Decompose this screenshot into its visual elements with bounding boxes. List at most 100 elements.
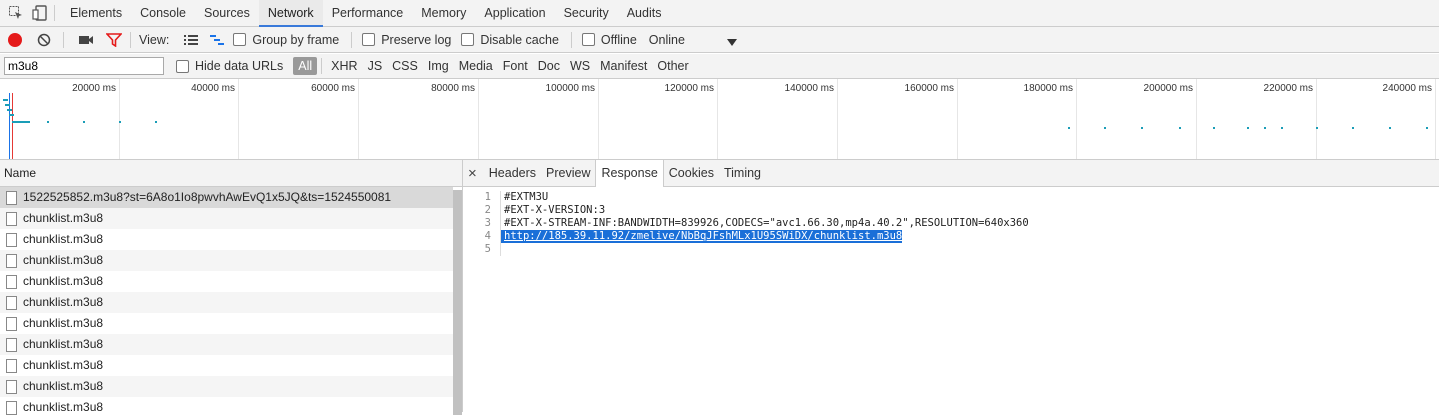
filter-bar: Hide data URLs All XHRJSCSSImgMediaFontDo… [0, 54, 1439, 79]
stream-url-link[interactable]: http://185.39.11.92/zmelive/NbBqJFshMLx1… [501, 230, 903, 243]
request-row[interactable]: chunklist.m3u8 [0, 355, 453, 376]
request-row[interactable]: chunklist.m3u8 [0, 397, 453, 418]
code-line: 3 #EXT-X-STREAM-INF:BANDWIDTH=839926,CODE… [463, 217, 1439, 230]
timeline-gridline [478, 79, 479, 159]
filter-type-xhr[interactable]: XHR [326, 57, 362, 75]
divider [63, 31, 64, 48]
file-icon [6, 190, 17, 205]
file-icon [6, 337, 17, 352]
request-row[interactable]: chunklist.m3u8 [0, 250, 453, 271]
clear-icon[interactable] [37, 33, 51, 47]
request-row[interactable]: chunklist.m3u8 [0, 292, 453, 313]
record-icon[interactable] [8, 32, 22, 47]
filter-input[interactable] [4, 57, 164, 75]
group-by-frame-checkbox[interactable] [233, 33, 247, 46]
timeline-dot [1316, 127, 1318, 129]
request-list-scrollbar[interactable] [453, 190, 462, 415]
tab-sources[interactable]: Sources [195, 0, 259, 27]
timeline-tick-label: 40000 ms [191, 83, 235, 94]
request-name: chunklist.m3u8 [23, 295, 104, 309]
tab-application[interactable]: Application [475, 0, 554, 27]
divider [351, 31, 353, 48]
tab-console[interactable]: Console [131, 0, 195, 27]
timeline-dot [1179, 127, 1181, 129]
timeline-gridline [598, 79, 599, 159]
tab-performance[interactable]: Performance [323, 0, 413, 27]
screenshot-camera-icon[interactable] [78, 33, 94, 47]
divider [321, 58, 323, 74]
filter-type-ws[interactable]: WS [565, 57, 595, 75]
request-row[interactable]: chunklist.m3u8 [0, 313, 453, 334]
request-row[interactable]: chunklist.m3u8 [0, 334, 453, 355]
tab-network[interactable]: Network [258, 0, 323, 27]
response-body[interactable]: 1 #EXTM3U 2 #EXT-X-VERSION:3 3 #EXT-X-STREAM-… [463, 191, 1439, 256]
request-row[interactable]: chunklist.m3u8 [0, 376, 453, 397]
devtools-tabbar: Elements Console Sources Network Performance… [0, 0, 1439, 27]
code-line: 2 #EXT-X-VERSION:3 [463, 204, 1439, 217]
request-name: chunklist.m3u8 [23, 232, 104, 246]
timeline-tick-label: 140000 ms [784, 83, 834, 94]
detail-tab-preview[interactable]: Preview [541, 160, 595, 186]
hide-data-urls-checkbox[interactable] [176, 59, 189, 73]
detail-tab-timing[interactable]: Timing [719, 160, 766, 186]
file-icon [6, 211, 17, 226]
offline-checkbox[interactable] [581, 33, 595, 46]
filter-type-img[interactable]: Img [423, 57, 454, 75]
request-row[interactable]: chunklist.m3u8 [0, 229, 453, 250]
timeline-dot [1068, 127, 1070, 129]
request-row[interactable]: 1522525852.m3u8?st=6A8o1Io8pwvhAwEvQ1x5J… [0, 187, 453, 208]
divider [130, 31, 131, 48]
file-icon [6, 400, 17, 415]
file-icon [6, 295, 17, 310]
detail-tab-response[interactable]: Response [595, 159, 664, 187]
filter-type-manifest[interactable]: Manifest [595, 57, 652, 75]
preserve-log-checkbox[interactable] [362, 33, 376, 46]
detail-tab-cookies[interactable]: Cookies [664, 160, 719, 186]
timeline-dot [9, 114, 14, 116]
timeline-dot [7, 109, 12, 111]
filter-icon[interactable] [105, 32, 123, 47]
filter-type-css[interactable]: CSS [387, 57, 423, 75]
tab-audits[interactable]: Audits [618, 0, 671, 27]
waterfall-overview-icon[interactable] [209, 34, 225, 46]
timeline-dot [1352, 127, 1354, 129]
code-text: #EXTM3U [504, 191, 549, 203]
file-icon [6, 379, 17, 394]
detail-tab-headers[interactable]: Headers [484, 160, 541, 186]
request-name: chunklist.m3u8 [23, 253, 104, 267]
divider [570, 31, 572, 48]
code-text: #EXT-X-STREAM-INF:BANDWIDTH=839926,CODEC… [504, 217, 1029, 229]
timeline-dot [155, 121, 157, 123]
offline-label: Offline [600, 32, 637, 47]
file-icon [6, 358, 17, 373]
device-toolbar-icon[interactable] [32, 5, 48, 21]
filter-type-js[interactable]: JS [363, 57, 388, 75]
tab-security[interactable]: Security [555, 0, 618, 27]
view-label: View: [139, 32, 170, 47]
timeline-dot [5, 104, 10, 106]
line-number: 4 [463, 230, 501, 243]
timeline-gridline [1316, 79, 1317, 159]
disable-cache-label: Disable cache [480, 32, 559, 47]
request-row[interactable]: chunklist.m3u8 [0, 208, 453, 229]
timeline-overview[interactable]: 20000 ms 40000 ms 60000 ms 80000 ms 100000 m… [0, 79, 1439, 160]
filter-type-doc[interactable]: Doc [533, 57, 565, 75]
chevron-down-icon[interactable] [726, 36, 737, 46]
inspect-element-icon[interactable] [8, 5, 24, 21]
name-column-header[interactable]: Name [0, 160, 462, 187]
filter-type-media[interactable]: Media [454, 57, 498, 75]
disable-cache-checkbox[interactable] [461, 33, 475, 46]
large-rows-icon[interactable] [183, 34, 199, 46]
request-row[interactable]: chunklist.m3u8 [0, 271, 453, 292]
throttling-select[interactable]: Online [649, 33, 685, 47]
filter-type-font[interactable]: Font [498, 57, 533, 75]
network-toolbar: View: Group by frame Preserve log Disabl… [0, 27, 1439, 53]
timeline-dot [1264, 127, 1266, 129]
tab-memory[interactable]: Memory [412, 0, 475, 27]
tab-elements[interactable]: Elements [61, 0, 131, 27]
filter-type-all[interactable]: All [293, 57, 318, 75]
filter-type-other[interactable]: Other [652, 57, 693, 75]
timeline-dot [1389, 127, 1391, 129]
close-icon[interactable]: × [463, 165, 484, 182]
line-number: 5 [463, 243, 501, 256]
